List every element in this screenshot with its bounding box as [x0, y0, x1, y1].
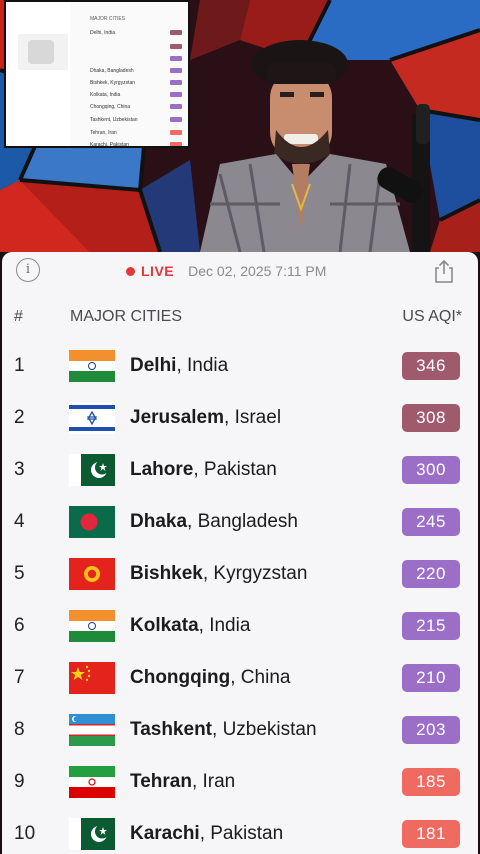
- rank-number: 1: [14, 355, 25, 376]
- stream-background: MAJOR CITIES Delhi, India Dhaka, Banglad…: [0, 0, 480, 252]
- city-name: Chongqing: [130, 667, 231, 688]
- pip-row: Bishkek, Kyrgyzstan: [90, 80, 136, 86]
- rank-number: 8: [14, 719, 25, 740]
- country-name: , China: [230, 667, 291, 688]
- rank-number: 7: [14, 667, 25, 688]
- iran-flag-icon: [69, 766, 115, 798]
- rank-number: 3: [14, 459, 25, 480]
- aqi-badge: 210: [402, 664, 460, 692]
- city-name: Delhi: [130, 355, 177, 376]
- city-row[interactable]: 9 Tehran, Iran 185: [2, 756, 478, 808]
- table-header: # MAJOR CITIES US AQI*: [2, 308, 478, 332]
- city-label: Chongqing, China: [130, 652, 290, 704]
- aqi-badge: 308: [402, 404, 460, 432]
- china-flag-icon: [69, 662, 115, 694]
- pip-thumbnail: MAJOR CITIES Delhi, India Dhaka, Banglad…: [4, 0, 190, 148]
- aqi-badge: 203: [402, 716, 460, 744]
- city-label: Dhaka, Bangladesh: [130, 496, 298, 548]
- live-dot-icon: [126, 266, 135, 276]
- aqi-column-header[interactable]: US AQI*: [402, 308, 462, 326]
- pip-row: Tashkent, Uzbekistan: [90, 117, 138, 123]
- rank-number: 5: [14, 563, 25, 584]
- rank-number: 6: [14, 615, 25, 636]
- city-name: Jerusalem: [130, 407, 225, 428]
- india-flag-icon: [69, 610, 115, 642]
- pip-header: MAJOR CITIES: [90, 16, 126, 22]
- aqi-ranking-panel: i LIVE Dec 02, 2025 7:11 PM # MAJOR CITI…: [2, 252, 478, 854]
- city-name: Karachi: [130, 823, 200, 844]
- bangladesh-flag-icon: [69, 506, 115, 538]
- rank-number: 9: [14, 771, 25, 792]
- streamer-figure: [200, 40, 430, 252]
- city-row[interactable]: 2 Jerusalem, Israel 308: [2, 392, 478, 444]
- pip-row: Dhaka, Bangladesh: [90, 68, 134, 74]
- city-label: Karachi, Pakistan: [130, 808, 283, 854]
- aqi-badge: 181: [402, 820, 460, 848]
- city-row[interactable]: 1 Delhi, India 346: [2, 340, 478, 392]
- city-label: Tashkent, Uzbekistan: [130, 704, 317, 756]
- city-name: Bishkek: [130, 563, 203, 584]
- country-name: , Bangladesh: [187, 511, 298, 532]
- city-name: Kolkata: [130, 615, 199, 636]
- city-label: Kolkata, India: [130, 600, 250, 652]
- city-row[interactable]: 7 Chongqing, China 210: [2, 652, 478, 704]
- city-row[interactable]: 8 Tashkent, Uzbekistan 203: [2, 704, 478, 756]
- pakistan-flag-icon: [69, 818, 115, 850]
- country-name: , Uzbekistan: [212, 719, 317, 740]
- city-name: Tehran: [130, 771, 192, 792]
- city-label: Bishkek, Kyrgyzstan: [130, 548, 307, 600]
- pip-sheet: MAJOR CITIES Delhi, India Dhaka, Banglad…: [70, 2, 188, 148]
- rank-number: 10: [14, 823, 36, 844]
- pip-row: Tehran, Iran: [90, 130, 117, 136]
- india-flag-icon: [69, 350, 115, 382]
- pip-row: Karachi, Pakistan: [90, 142, 129, 148]
- city-row[interactable]: 5 Bishkek, Kyrgyzstan 220: [2, 548, 478, 600]
- timestamp: Dec 02, 2025 7:11 PM: [188, 263, 327, 279]
- rank-number: 2: [14, 407, 25, 428]
- city-name: Lahore: [130, 459, 194, 480]
- aqi-badge: 185: [402, 768, 460, 796]
- city-name: Tashkent: [130, 719, 213, 740]
- kyrgyzstan-flag-icon: [69, 558, 115, 590]
- country-name: , Pakistan: [193, 459, 277, 480]
- pip-row: Chongqing, China: [90, 104, 131, 110]
- country-name: , India: [198, 615, 251, 636]
- country-name: , Israel: [224, 407, 282, 428]
- aqi-badge: 245: [402, 508, 460, 536]
- rank-number: 4: [14, 511, 25, 532]
- aqi-badge: 346: [402, 352, 460, 380]
- city-name: Dhaka: [130, 511, 188, 532]
- city-row[interactable]: 3 Lahore, Pakistan 300: [2, 444, 478, 496]
- city-label: Delhi, India: [130, 340, 228, 392]
- live-label: LIVE: [141, 263, 175, 279]
- aqi-badge: 300: [402, 456, 460, 484]
- blurred-logo: [18, 34, 68, 70]
- city-label: Tehran, Iran: [130, 756, 235, 808]
- pip-row: Kolkata, India: [90, 92, 121, 98]
- rank-column-header: #: [14, 308, 23, 325]
- city-label: Lahore, Pakistan: [130, 444, 277, 496]
- uzbekistan-flag-icon: [69, 714, 115, 746]
- country-name: , India: [176, 355, 229, 376]
- city-label: Jerusalem, Israel: [130, 392, 281, 444]
- pip-row: Delhi, India: [90, 30, 116, 36]
- aqi-badge: 215: [402, 612, 460, 640]
- info-icon[interactable]: i: [16, 258, 40, 282]
- city-row[interactable]: 6 Kolkata, India 215: [2, 600, 478, 652]
- top-bar: i LIVE Dec 02, 2025 7:11 PM: [2, 252, 478, 290]
- country-name: , Pakistan: [199, 823, 284, 844]
- israel-flag-icon: [69, 402, 115, 434]
- cities-column-header: MAJOR CITIES: [70, 308, 183, 325]
- aqi-badge: 220: [402, 560, 460, 588]
- country-name: , Iran: [191, 771, 236, 792]
- live-indicator: LIVE Dec 02, 2025 7:11 PM: [126, 261, 326, 281]
- city-row[interactable]: 4 Dhaka, Bangladesh 245: [2, 496, 478, 548]
- city-row[interactable]: 10 Karachi, Pakistan 181: [2, 808, 478, 854]
- country-name: , Kyrgyzstan: [202, 563, 308, 584]
- pakistan-flag-icon: [69, 454, 115, 486]
- share-icon[interactable]: [432, 258, 456, 284]
